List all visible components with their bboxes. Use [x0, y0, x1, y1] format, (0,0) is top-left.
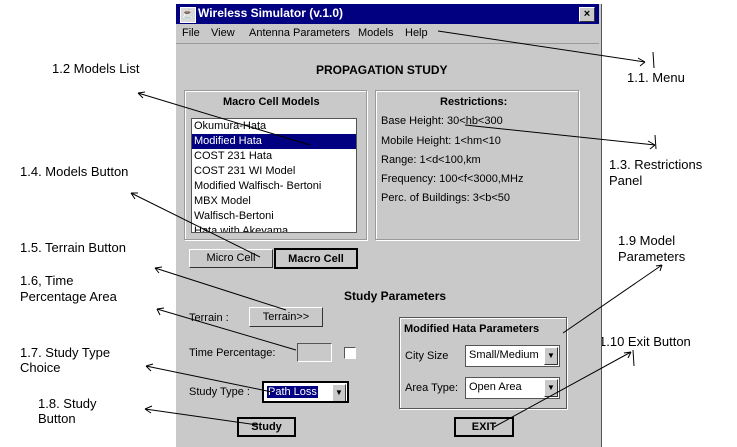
- tick-exit-button: [632, 349, 635, 367]
- tick-menu: [652, 51, 655, 69]
- arrow-models-list: [137, 91, 311, 146]
- arrow-models-button: [130, 192, 261, 258]
- arrow-study-type: [145, 363, 273, 393]
- arrow-exit-button: [493, 351, 632, 428]
- arrow-time-percentage: [156, 307, 297, 351]
- arrow-menu: [437, 30, 646, 67]
- arrow-study-button: [144, 405, 259, 426]
- tick-restrictions: [654, 134, 657, 150]
- annotation-arrows: [130, 30, 663, 428]
- arrow-terrain-button: [154, 266, 287, 311]
- arrow-restrictions: [464, 124, 656, 150]
- arrow-model-params: [562, 264, 663, 334]
